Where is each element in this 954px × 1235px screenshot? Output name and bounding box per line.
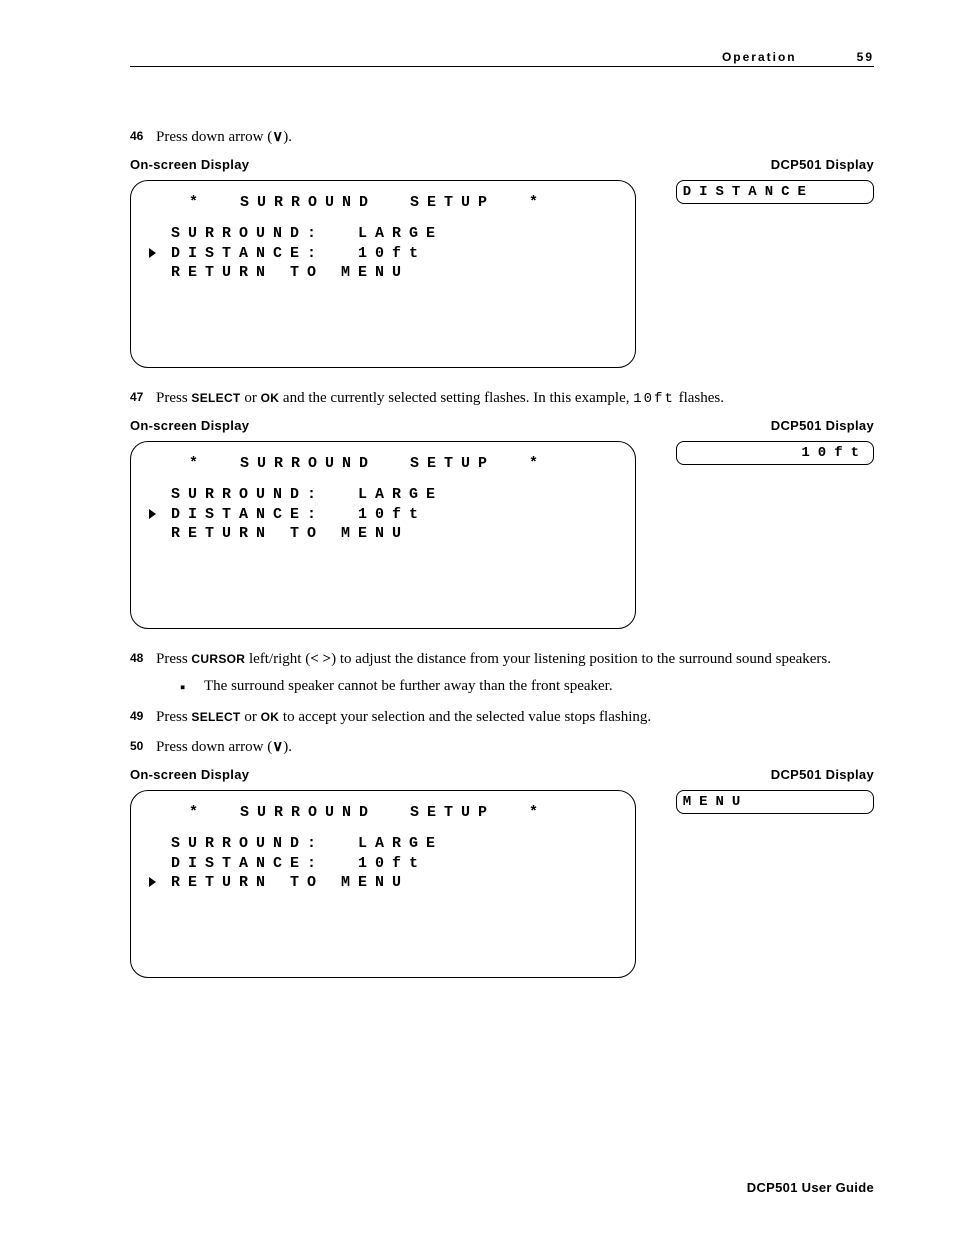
display-row-2: * SURROUND SETUP * SURROUND: LARGE DISTA… — [130, 441, 874, 629]
step-48: 48 Press CURSOR left/right (< >) to adju… — [130, 649, 874, 671]
dcp-box-1: DISTANCE — [676, 180, 874, 204]
step-text: Press CURSOR left/right (< >) to adjust … — [156, 649, 874, 671]
step-49: 49 Press SELECT or OK to accept your sel… — [130, 707, 874, 729]
osd-box-3: * SURROUND SETUP * SURROUND: LARGE DISTA… — [130, 790, 636, 978]
osd-line: DISTANCE: 10ft — [171, 245, 426, 262]
osd-line: DISTANCE: 10ft — [171, 506, 426, 523]
osd-label: On-screen Display — [130, 767, 249, 782]
page-header: Operation 59 — [130, 50, 874, 67]
dcp-box-3: MENU — [676, 790, 874, 814]
step-46: 46 Press down arrow (∨). — [130, 127, 874, 149]
step-50: 50 Press down arrow (∨). — [130, 737, 874, 759]
dcp-box-2: 10ft — [676, 441, 874, 465]
header-section: Operation — [722, 50, 797, 64]
osd-line: SURROUND: LARGE — [171, 225, 443, 242]
selection-pointer-icon — [149, 508, 156, 525]
footer: DCP501 User Guide — [747, 1180, 874, 1195]
osd-title: * SURROUND SETUP * — [149, 803, 617, 823]
bullet-48: ▪ The surround speaker cannot be further… — [180, 678, 874, 697]
osd-title: * SURROUND SETUP * — [149, 454, 617, 474]
bullet-icon: ▪ — [180, 678, 204, 697]
osd-line: RETURN TO MENU — [171, 525, 409, 542]
step-number: 50 — [130, 737, 156, 753]
bullet-text: The surround speaker cannot be further a… — [204, 678, 613, 697]
dcp-label: DCP501 Display — [771, 418, 874, 433]
selection-pointer-icon — [149, 247, 156, 264]
step-text: Press down arrow (∨). — [156, 127, 874, 149]
display-row-3: * SURROUND SETUP * SURROUND: LARGE DISTA… — [130, 790, 874, 978]
step-text: Press down arrow (∨). — [156, 737, 874, 759]
osd-box-1: * SURROUND SETUP * SURROUND: LARGE DISTA… — [130, 180, 636, 368]
step-number: 48 — [130, 649, 156, 665]
osd-label: On-screen Display — [130, 157, 249, 172]
step-number: 47 — [130, 388, 156, 404]
osd-line: SURROUND: LARGE — [171, 486, 443, 503]
left-right-arrow-icon: < > — [310, 651, 331, 667]
osd-line: RETURN TO MENU — [171, 874, 409, 891]
down-arrow-icon: ∨ — [272, 739, 283, 755]
osd-title: * SURROUND SETUP * — [149, 193, 617, 213]
osd-label: On-screen Display — [130, 418, 249, 433]
display-row-1: * SURROUND SETUP * SURROUND: LARGE DISTA… — [130, 180, 874, 368]
step-47: 47 Press SELECT or OK and the currently … — [130, 388, 874, 410]
osd-line: DISTANCE: 10ft — [171, 855, 426, 872]
step-number: 49 — [130, 707, 156, 723]
display-labels: On-screen Display DCP501 Display — [130, 157, 874, 172]
selection-pointer-icon — [149, 876, 156, 893]
osd-line: SURROUND: LARGE — [171, 835, 443, 852]
down-arrow-icon: ∨ — [272, 129, 283, 145]
dcp-label: DCP501 Display — [771, 767, 874, 782]
display-labels: On-screen Display DCP501 Display — [130, 767, 874, 782]
display-labels: On-screen Display DCP501 Display — [130, 418, 874, 433]
osd-line: RETURN TO MENU — [171, 264, 409, 281]
osd-box-2: * SURROUND SETUP * SURROUND: LARGE DISTA… — [130, 441, 636, 629]
page-number: 59 — [857, 50, 874, 64]
step-text: Press SELECT or OK to accept your select… — [156, 707, 874, 729]
dcp-label: DCP501 Display — [771, 157, 874, 172]
step-text: Press SELECT or OK and the currently sel… — [156, 388, 874, 410]
step-number: 46 — [130, 127, 156, 143]
